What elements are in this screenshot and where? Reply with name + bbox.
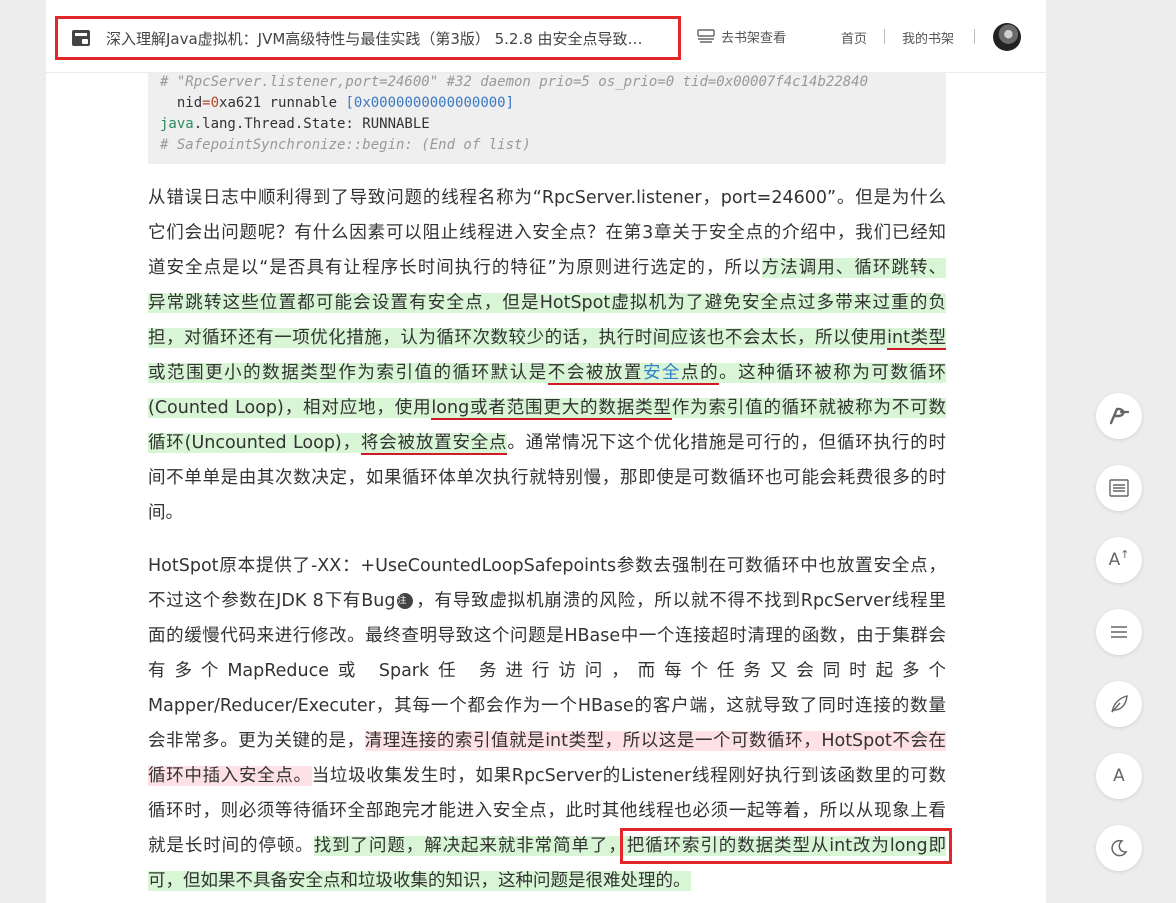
book-icon — [71, 28, 91, 48]
highlight-pink[interactable]: 循环中插入安全点。 — [148, 766, 312, 786]
underline-red[interactable]: int类型 — [887, 328, 946, 350]
highlight-green[interactable]: 可，但如果不具备安全点和垃圾收集的知识，这种问题是很难处理的。 — [148, 871, 691, 891]
underline-red[interactable]: long或者范围更大的数据类型 — [431, 398, 672, 420]
note-button[interactable] — [1096, 681, 1142, 727]
logo-icon — [1109, 407, 1130, 425]
font-button[interactable]: A — [1096, 753, 1142, 799]
nav-divider — [974, 29, 975, 44]
catalog-icon — [1109, 479, 1129, 497]
highlight-green[interactable]: 担，对循环还有一项优化措施，认为循环次数较少的话，执行时间应该也不会太长，所以使… — [148, 328, 888, 348]
shelf-view-label: 去书架查看 — [721, 31, 787, 46]
dark-mode-button[interactable] — [1096, 825, 1142, 871]
footnote-icon[interactable]: 注 — [397, 593, 414, 609]
highlight-green[interactable]: 方法调用、循环跳转、 — [761, 258, 946, 278]
font-size-icon: A — [1108, 550, 1121, 570]
avatar[interactable] — [993, 23, 1021, 51]
leaf-icon — [1111, 695, 1128, 713]
highlight-green[interactable]: 异常跳转这些位置都可能会设置有安全点，但是HotSpot虚拟机为了避免安全点过多… — [148, 293, 946, 313]
moon-icon — [1111, 839, 1128, 857]
font-size-button[interactable]: A ↑ — [1096, 537, 1142, 583]
annotation-box — [620, 828, 952, 864]
underline-red[interactable]: 不会被放置 — [547, 363, 643, 385]
menu-icon — [1111, 626, 1127, 638]
paragraph-1: 从错误日志中顺利得到了导致问题的线程名称为“RpcServer.listener… — [148, 188, 946, 523]
underline-red[interactable]: 安全 — [642, 363, 682, 385]
bookshelf-icon — [697, 28, 715, 43]
share-button[interactable] — [1096, 393, 1142, 439]
font-size-up-icon: ↑ — [1120, 547, 1130, 561]
top-header: 深入理解Java虚拟机：JVM高级特性与最佳实践（第3版） 5.2.8 由安全点… — [46, 0, 1046, 73]
highlight-green[interactable]: 找到了问题，解决起来就非常简单了， — [313, 836, 627, 856]
book-title-bar[interactable]: 深入理解Java虚拟机：JVM高级特性与最佳实践（第3版） 5.2.8 由安全点… — [55, 16, 681, 60]
shelf-view-link[interactable]: 去书架查看 — [697, 27, 786, 46]
underline-red[interactable]: 将会被放置安全点 — [360, 433, 508, 455]
underline-red[interactable]: 点的 — [681, 363, 720, 385]
nav-my-shelf[interactable]: 我的书架 — [902, 28, 954, 47]
catalog-button[interactable] — [1096, 465, 1142, 511]
font-icon: A — [1113, 766, 1125, 786]
code-comment: # SafepointSynchronize::begin: (End of l… — [160, 137, 531, 153]
book-title: 深入理解Java虚拟机：JVM高级特性与最佳实践（第3版） 5.2.8 由安全点… — [106, 29, 643, 48]
nav-divider — [884, 29, 885, 44]
code-block: # "RpcServer.listener,port=24600" #32 da… — [148, 72, 946, 164]
nav-home[interactable]: 首页 — [841, 28, 867, 47]
menu-button[interactable] — [1096, 609, 1142, 655]
highlight-pink[interactable]: 清理连接的索引值就是int类型，所以这是一个可数循环，HotSpot不会在 — [364, 731, 946, 751]
code-comment: # "RpcServer.listener,port=24600" #32 da… — [160, 74, 869, 90]
